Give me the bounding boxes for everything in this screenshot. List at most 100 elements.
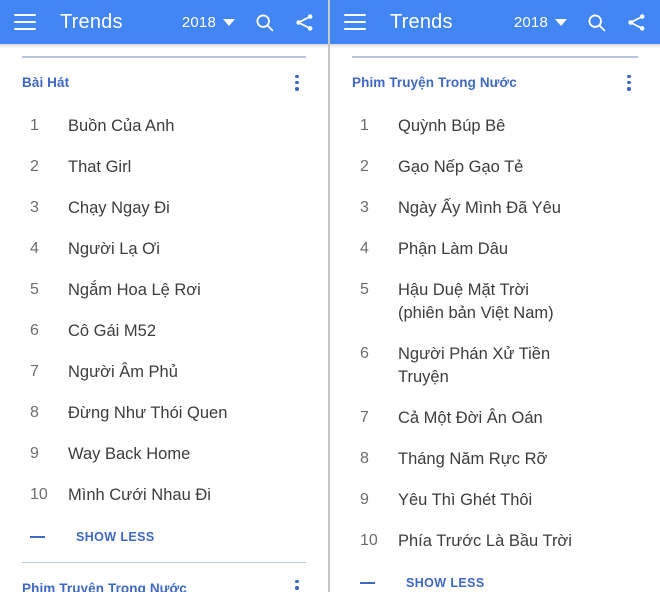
left-content: Bài Hát 1 Buồn Của Anh 2 That Girl 3 Chạ…	[0, 44, 328, 592]
section-title: Bài Hát	[22, 75, 70, 91]
page-title: Trends	[390, 10, 453, 33]
item-title: Mình Cưới Nhau Đi	[68, 485, 211, 504]
minus-icon	[360, 581, 375, 584]
list-item[interactable]: 5 Hậu Duệ Mặt Trời (phiên bản Việt Nam)	[352, 270, 638, 334]
item-title: Cô Gái M52	[68, 321, 157, 340]
chevron-down-icon	[223, 18, 235, 26]
show-less-button[interactable]: SHOW LESS	[352, 562, 638, 592]
list-item[interactable]: 5 Ngắm Hoa Lệ Rơi	[22, 270, 306, 311]
item-rank: 1	[360, 116, 369, 134]
trend-list: 1 Buồn Của Anh 2 That Girl 3 Chạy Ngay Đ…	[22, 100, 306, 516]
right-content: Phim Truyện Trong Nước 1 Quỳnh Búp Bê 2 …	[330, 44, 660, 592]
item-title: Chạy Ngay Đi	[68, 198, 170, 217]
item-rank: 8	[360, 449, 369, 467]
list-item[interactable]: 2 Gạo Nếp Gạo Tẻ	[352, 147, 638, 188]
year-selector[interactable]: 2018	[514, 14, 567, 31]
item-title: Người Âm Phủ	[68, 362, 178, 381]
show-less-button[interactable]: SHOW LESS	[22, 516, 306, 560]
item-rank: 7	[30, 362, 39, 380]
list-item[interactable]: 9 Way Back Home	[22, 434, 306, 475]
item-rank: 6	[30, 321, 39, 339]
section-phim-truyen: Phim Truyện Trong Nước	[22, 560, 306, 592]
item-rank: 1	[30, 116, 39, 134]
item-title: Hậu Duệ Mặt Trời (phiên bản Việt Nam)	[398, 280, 554, 322]
item-title: Phía Trước Là Bầu Trời	[398, 531, 572, 550]
list-item[interactable]: 6 Người Phán Xử Tiền Truyện	[352, 334, 638, 398]
search-icon[interactable]	[586, 12, 607, 33]
item-rank: 4	[30, 239, 39, 257]
item-title: Quỳnh Búp Bê	[398, 116, 506, 135]
item-rank: 3	[360, 198, 369, 216]
hamburger-menu-icon[interactable]	[344, 14, 366, 30]
item-rank: 9	[360, 490, 369, 508]
list-item[interactable]: 3 Chạy Ngay Đi	[22, 188, 306, 229]
page-title: Trends	[60, 10, 123, 33]
trend-list: 1 Quỳnh Búp Bê 2 Gạo Nếp Gạo Tẻ 3 Ngày Ấ…	[352, 100, 638, 562]
list-item[interactable]: 8 Đừng Như Thói Quen	[22, 393, 306, 434]
dual-screenshot-container: Trends 2018 Bài Hát 1 Buồn Của Anh 2 Tha…	[0, 0, 660, 592]
list-item[interactable]: 1 Buồn Của Anh	[22, 106, 306, 147]
section-header: Bài Hát	[22, 58, 306, 100]
section-phim-truyen: Phim Truyện Trong Nước 1 Quỳnh Búp Bê 2 …	[352, 44, 638, 592]
item-title: Yêu Thì Ghét Thôi	[398, 490, 533, 509]
item-title: Gạo Nếp Gạo Tẻ	[398, 157, 524, 176]
item-rank: 3	[30, 198, 39, 216]
list-item[interactable]: 3 Ngày Ấy Mình Đã Yêu	[352, 188, 638, 229]
item-title: Cả Một Đời Ân Oán	[398, 408, 543, 427]
app-bar: Trends 2018	[0, 0, 328, 48]
hamburger-menu-icon[interactable]	[14, 14, 36, 30]
show-less-label: SHOW LESS	[406, 575, 485, 590]
list-item[interactable]: 1 Quỳnh Búp Bê	[352, 106, 638, 147]
item-rank: 6	[360, 344, 369, 362]
item-rank: 9	[30, 444, 39, 462]
list-item[interactable]: 8 Tháng Năm Rực Rỡ	[352, 439, 638, 480]
list-item[interactable]: 4 Phận Làm Dâu	[352, 229, 638, 270]
item-title: That Girl	[68, 157, 132, 176]
chevron-down-icon	[555, 18, 567, 26]
kebab-menu-icon[interactable]	[288, 577, 306, 592]
search-icon[interactable]	[254, 12, 275, 33]
kebab-menu-icon[interactable]	[288, 72, 306, 94]
year-label: 2018	[181, 13, 216, 31]
list-item[interactable]: 2 That Girl	[22, 147, 306, 188]
item-title: Ngày Ấy Mình Đã Yêu	[398, 198, 561, 217]
item-rank: 10	[360, 531, 378, 549]
item-rank: 8	[30, 403, 39, 421]
item-rank: 2	[360, 157, 369, 175]
item-title: Phận Làm Dâu	[398, 239, 509, 258]
list-item[interactable]: 7 Cả Một Đời Ân Oán	[352, 398, 638, 439]
year-selector[interactable]: 2018	[182, 14, 235, 31]
section-header: Phim Truyện Trong Nước	[22, 563, 306, 592]
kebab-menu-icon[interactable]	[620, 72, 638, 94]
item-rank: 5	[30, 280, 39, 298]
item-rank: 10	[30, 485, 48, 503]
item-rank: 5	[360, 280, 369, 298]
list-item[interactable]: 4 Người Lạ Ơi	[22, 229, 306, 270]
item-title: Way Back Home	[68, 444, 191, 463]
item-title: Ngắm Hoa Lệ Rơi	[68, 280, 201, 299]
item-title: Người Lạ Ơi	[68, 239, 160, 258]
share-icon[interactable]	[294, 12, 315, 33]
show-less-label: SHOW LESS	[76, 529, 155, 544]
left-screen: Trends 2018 Bài Hát 1 Buồn Của Anh 2 Tha…	[0, 0, 330, 592]
section-bai-hat: Bài Hát 1 Buồn Của Anh 2 That Girl 3 Chạ…	[22, 44, 306, 560]
item-title: Đừng Như Thói Quen	[68, 403, 228, 422]
list-item[interactable]: 9 Yêu Thì Ghét Thôi	[352, 480, 638, 521]
section-title: Phim Truyện Trong Nước	[22, 580, 187, 592]
minus-icon	[30, 535, 45, 538]
list-item[interactable]: 7 Người Âm Phủ	[22, 352, 306, 393]
list-item[interactable]: 10 Phía Trước Là Bầu Trời	[352, 521, 638, 562]
list-item[interactable]: 10 Mình Cưới Nhau Đi	[22, 475, 306, 516]
right-screen: Trends 2018 Phim Truyện Trong Nước 1 Quỳ…	[330, 0, 660, 592]
item-title: Buồn Của Anh	[68, 116, 175, 135]
section-header: Phim Truyện Trong Nước	[352, 58, 638, 100]
item-rank: 7	[360, 408, 369, 426]
item-rank: 2	[30, 157, 39, 175]
app-bar: Trends 2018	[330, 0, 660, 48]
item-title: Tháng Năm Rực Rỡ	[398, 449, 548, 468]
list-item[interactable]: 6 Cô Gái M52	[22, 311, 306, 352]
year-label: 2018	[513, 13, 548, 31]
item-rank: 4	[360, 239, 369, 257]
section-title: Phim Truyện Trong Nước	[352, 75, 517, 91]
share-icon[interactable]	[626, 12, 647, 33]
